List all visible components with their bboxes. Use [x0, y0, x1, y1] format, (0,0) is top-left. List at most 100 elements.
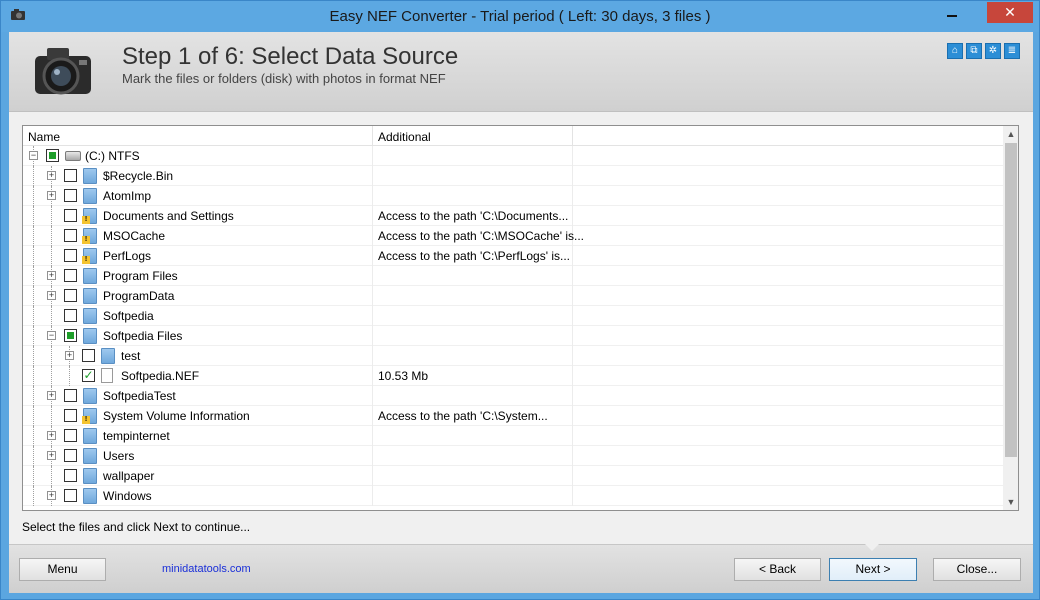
tree-item-label[interactable]: Windows — [103, 489, 152, 503]
row-checkbox[interactable] — [64, 209, 77, 222]
tree-guide-line — [33, 166, 34, 186]
wizard-footer: Menu minidatatools.com < Back Next > Clo… — [9, 544, 1033, 593]
column-divider — [372, 286, 373, 306]
tree-row[interactable]: MSOCache Access to the path 'C:\MSOCache'… — [23, 226, 1003, 246]
column-divider[interactable] — [572, 126, 573, 146]
collapse-icon[interactable]: − — [47, 331, 56, 340]
tree-row[interactable]: PerfLogs Access to the path 'C:\PerfLogs'… — [23, 246, 1003, 266]
expand-icon[interactable]: + — [47, 431, 56, 440]
tree-item-label[interactable]: AtomImp — [103, 189, 151, 203]
file-icon — [101, 368, 113, 383]
scroll-thumb[interactable] — [1005, 143, 1017, 457]
tree-row[interactable]: Softpedia — [23, 306, 1003, 326]
scroll-down-icon[interactable]: ▼ — [1003, 494, 1018, 510]
expand-icon[interactable]: + — [47, 291, 56, 300]
row-checkbox[interactable] — [64, 329, 77, 342]
tree-row[interactable]: − (C:) NTFS — [23, 146, 1003, 166]
settings-icon[interactable]: ✲ — [985, 43, 1001, 59]
tree-guide-line — [51, 366, 52, 386]
vertical-scrollbar[interactable]: ▲ ▼ — [1003, 126, 1018, 510]
tree-row[interactable]: + ProgramData — [23, 286, 1003, 306]
next-button[interactable]: Next > — [829, 558, 917, 581]
tree-item-label[interactable]: Program Files — [103, 269, 178, 283]
tree-item-label[interactable]: Documents and Settings — [103, 209, 234, 223]
row-checkbox[interactable] — [64, 309, 77, 322]
close-button[interactable]: Close... — [933, 558, 1021, 581]
tree-row[interactable]: wallpaper — [23, 466, 1003, 486]
scroll-up-icon[interactable]: ▲ — [1003, 126, 1018, 142]
tree-row[interactable]: System Volume Information Access to the p… — [23, 406, 1003, 426]
row-checkbox[interactable] — [64, 429, 77, 442]
tree-item-label[interactable]: test — [121, 349, 140, 363]
tree-item-label[interactable]: ProgramData — [103, 289, 174, 303]
column-divider[interactable] — [372, 126, 373, 146]
expand-icon[interactable]: + — [47, 451, 56, 460]
tree-item-label[interactable]: Users — [103, 449, 134, 463]
tree-item-label[interactable]: System Volume Information — [103, 409, 250, 423]
tree-row[interactable]: ✓ Softpedia.NEF 10.53 Mb — [23, 366, 1003, 386]
website-link[interactable]: minidatatools.com — [162, 563, 251, 575]
column-divider — [572, 406, 573, 426]
title-bar[interactable]: Easy NEF Converter - Trial period ( Left… — [1, 1, 1039, 32]
tree-row[interactable]: + Program Files — [23, 266, 1003, 286]
expand-icon[interactable]: + — [47, 171, 56, 180]
expand-icon[interactable]: + — [47, 391, 56, 400]
file-tree[interactable]: Name Additional − (C:) NTFS + $Recycle.Bin +… — [22, 125, 1019, 511]
menu-button[interactable]: Menu — [19, 558, 106, 581]
tree-row[interactable]: + test — [23, 346, 1003, 366]
tree-row[interactable]: + AtomImp — [23, 186, 1003, 206]
tree-item-label[interactable]: SoftpediaTest — [103, 389, 176, 403]
row-checkbox[interactable] — [64, 189, 77, 202]
minimize-button[interactable] — [939, 3, 965, 23]
column-divider — [572, 466, 573, 486]
tree-item-label[interactable]: Softpedia Files — [103, 329, 182, 343]
tree-item-label[interactable]: Softpedia — [103, 309, 154, 323]
tree-row[interactable]: + Users — [23, 446, 1003, 466]
tree-row[interactable]: + $Recycle.Bin — [23, 166, 1003, 186]
expand-icon[interactable]: + — [47, 271, 56, 280]
column-additional-header[interactable]: Additional — [378, 130, 431, 144]
tree-item-label[interactable]: $Recycle.Bin — [103, 169, 173, 183]
tree-item-label[interactable]: PerfLogs — [103, 249, 151, 263]
tree-item-label[interactable]: tempinternet — [103, 429, 170, 443]
document-icon[interactable]: ≣ — [1004, 43, 1020, 59]
column-divider — [372, 326, 373, 346]
row-checkbox[interactable] — [64, 249, 77, 262]
home-icon[interactable]: ⌂ — [947, 43, 963, 59]
row-checkbox[interactable] — [64, 469, 77, 482]
back-button[interactable]: < Back — [734, 558, 821, 581]
row-checkbox[interactable] — [64, 489, 77, 502]
folder-icon — [83, 188, 97, 204]
row-checkbox[interactable] — [64, 449, 77, 462]
row-checkbox[interactable] — [64, 409, 77, 422]
tree-guide-line — [51, 306, 52, 326]
close-window-button[interactable]: ✕ — [987, 2, 1033, 23]
row-checkbox[interactable] — [46, 149, 59, 162]
tree-item-label[interactable]: MSOCache — [103, 229, 165, 243]
column-name-header[interactable]: Name — [28, 130, 60, 144]
tree-item-label[interactable]: wallpaper — [103, 469, 154, 483]
row-checkbox[interactable]: ✓ — [82, 369, 95, 382]
row-checkbox[interactable] — [64, 389, 77, 402]
tree-row[interactable]: − Softpedia Files — [23, 326, 1003, 346]
collapse-icon[interactable]: − — [29, 151, 38, 160]
tree-item-label[interactable]: (C:) NTFS — [85, 149, 140, 163]
tree-row[interactable]: + tempinternet — [23, 426, 1003, 446]
column-divider — [372, 266, 373, 286]
tree-row[interactable]: + SoftpediaTest — [23, 386, 1003, 406]
row-checkbox[interactable] — [64, 269, 77, 282]
tree-row[interactable]: Documents and Settings Access to the path… — [23, 206, 1003, 226]
row-checkbox[interactable] — [64, 229, 77, 242]
column-divider — [372, 386, 373, 406]
row-checkbox[interactable] — [64, 289, 77, 302]
expand-icon[interactable]: + — [65, 351, 74, 360]
row-checkbox[interactable] — [82, 349, 95, 362]
tree-row[interactable]: + Windows — [23, 486, 1003, 506]
network-icon[interactable]: ⧉ — [966, 43, 982, 59]
row-checkbox[interactable] — [64, 169, 77, 182]
expand-icon[interactable]: + — [47, 491, 56, 500]
column-divider — [572, 286, 573, 306]
tree-item-label[interactable]: Softpedia.NEF — [121, 369, 199, 383]
folder-icon — [83, 468, 97, 484]
expand-icon[interactable]: + — [47, 191, 56, 200]
